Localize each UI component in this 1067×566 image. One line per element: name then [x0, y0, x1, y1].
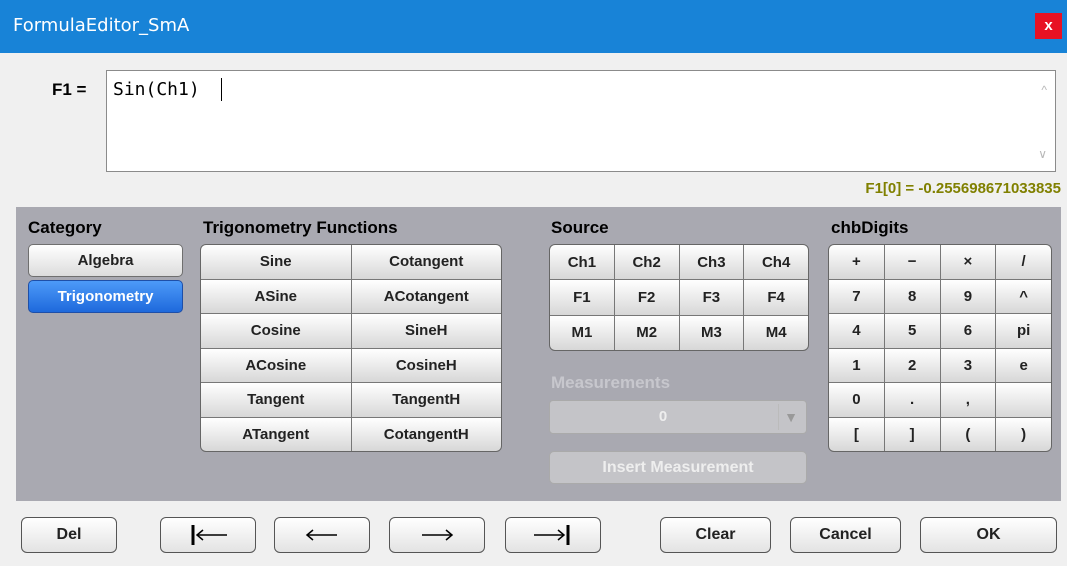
- close-button[interactable]: x: [1035, 13, 1062, 39]
- digit-close-bracket-button[interactable]: ]: [884, 417, 940, 451]
- title-bar: FormulaEditor_SmA x: [0, 0, 1067, 53]
- digit-1-button[interactable]: 1: [829, 348, 884, 382]
- digit-close-paren-button[interactable]: ): [996, 417, 1051, 451]
- digit-power-button[interactable]: ^: [996, 279, 1051, 313]
- home-arrow-icon: [191, 525, 227, 545]
- source-ch2-button[interactable]: Ch2: [614, 245, 679, 280]
- right-arrow-icon: [422, 529, 454, 541]
- formula-result: F1[0] = -0.255698671033835: [865, 180, 1061, 197]
- function-asine-button[interactable]: ASine: [201, 279, 351, 313]
- function-cotangent-button[interactable]: Cotangent: [351, 245, 501, 279]
- formula-label: F1 =: [52, 80, 87, 99]
- digit-minus-button[interactable]: −: [884, 245, 940, 279]
- digit-0-button[interactable]: 0: [829, 383, 884, 417]
- chevron-down-icon[interactable]: ▼: [778, 404, 803, 430]
- digit-6-button[interactable]: 6: [940, 314, 996, 348]
- window-title: FormulaEditor_SmA: [13, 15, 190, 36]
- digit-open-paren-button[interactable]: (: [940, 417, 996, 451]
- digit-pi-button[interactable]: pi: [996, 314, 1051, 348]
- functions-grid: Sine Cotangent ASine ACotangent Cosine S…: [200, 244, 502, 452]
- ok-button[interactable]: OK: [920, 517, 1057, 553]
- digit-comma-button[interactable]: ,: [940, 383, 996, 417]
- right-arrow-button[interactable]: [389, 517, 485, 553]
- function-cosine-button[interactable]: Cosine: [201, 314, 351, 348]
- formula-input[interactable]: Sin(Ch1) ^ ∨: [106, 70, 1056, 172]
- function-cosineh-button[interactable]: CosineH: [351, 348, 501, 382]
- digit-9-button[interactable]: 9: [940, 279, 996, 313]
- digit-3-button[interactable]: 3: [940, 348, 996, 382]
- source-f1-button[interactable]: F1: [550, 280, 614, 315]
- source-m2-button[interactable]: M2: [614, 315, 679, 350]
- end-arrow-button[interactable]: [505, 517, 601, 553]
- function-tangent-button[interactable]: Tangent: [201, 383, 351, 417]
- digit-divide-button[interactable]: /: [996, 245, 1051, 279]
- insert-measurement-button[interactable]: Insert Measurement: [549, 451, 807, 484]
- function-acotangent-button[interactable]: ACotangent: [351, 279, 501, 313]
- source-ch4-button[interactable]: Ch4: [744, 245, 808, 280]
- digits-header: chbDigits: [831, 218, 909, 237]
- function-sine-button[interactable]: Sine: [201, 245, 351, 279]
- del-button[interactable]: Del: [21, 517, 117, 553]
- measurement-select[interactable]: 0 ▼: [549, 400, 807, 434]
- digit-8-button[interactable]: 8: [884, 279, 940, 313]
- digit-7-button[interactable]: 7: [829, 279, 884, 313]
- functions-header: Trigonometry Functions: [203, 218, 398, 237]
- source-ch3-button[interactable]: Ch3: [679, 245, 744, 280]
- function-cotangenth-button[interactable]: CotangentH: [351, 417, 501, 451]
- digit-4-button[interactable]: 4: [829, 314, 884, 348]
- category-algebra-button[interactable]: Algebra: [28, 244, 183, 277]
- digit-2-button[interactable]: 2: [884, 348, 940, 382]
- cancel-button[interactable]: Cancel: [790, 517, 901, 553]
- measurement-select-value: 0: [658, 408, 668, 425]
- function-acosine-button[interactable]: ACosine: [201, 348, 351, 382]
- left-arrow-button[interactable]: [274, 517, 370, 553]
- source-f2-button[interactable]: F2: [614, 280, 679, 315]
- category-trigonometry-button[interactable]: Trigonometry: [28, 280, 183, 313]
- left-arrow-icon: [305, 529, 337, 541]
- home-arrow-button[interactable]: [160, 517, 256, 553]
- clear-button[interactable]: Clear: [660, 517, 771, 553]
- source-grid: Ch1 Ch2 Ch3 Ch4 F1 F2 F3 F4 M1 M2 M3 M4: [549, 244, 809, 351]
- formula-text: Sin(Ch1): [113, 79, 200, 100]
- function-sineh-button[interactable]: SineH: [351, 314, 501, 348]
- digit-blank-button[interactable]: [996, 383, 1051, 417]
- scroll-down-icon[interactable]: ∨: [1038, 147, 1047, 161]
- category-header: Category: [28, 218, 102, 237]
- scroll-up-icon[interactable]: ^: [1041, 83, 1047, 97]
- digit-5-button[interactable]: 5: [884, 314, 940, 348]
- text-caret: [221, 78, 222, 101]
- source-m4-button[interactable]: M4: [744, 315, 808, 350]
- digit-e-button[interactable]: e: [996, 348, 1051, 382]
- end-arrow-icon: [534, 525, 570, 545]
- digits-grid: + − × / 7 8 9 ^ 4 5 6 pi 1 2 3 e 0 . , […: [828, 244, 1052, 452]
- source-header: Source: [551, 218, 609, 237]
- digit-dot-button[interactable]: .: [884, 383, 940, 417]
- source-m1-button[interactable]: M1: [550, 315, 614, 350]
- digit-open-bracket-button[interactable]: [: [829, 417, 884, 451]
- source-m3-button[interactable]: M3: [679, 315, 744, 350]
- function-tangenth-button[interactable]: TangentH: [351, 383, 501, 417]
- function-atangent-button[interactable]: ATangent: [201, 417, 351, 451]
- source-f3-button[interactable]: F3: [679, 280, 744, 315]
- digit-plus-button[interactable]: +: [829, 245, 884, 279]
- source-f4-button[interactable]: F4: [744, 280, 808, 315]
- digit-multiply-button[interactable]: ×: [940, 245, 996, 279]
- measurements-header: Measurements: [551, 373, 671, 392]
- source-ch1-button[interactable]: Ch1: [550, 245, 614, 280]
